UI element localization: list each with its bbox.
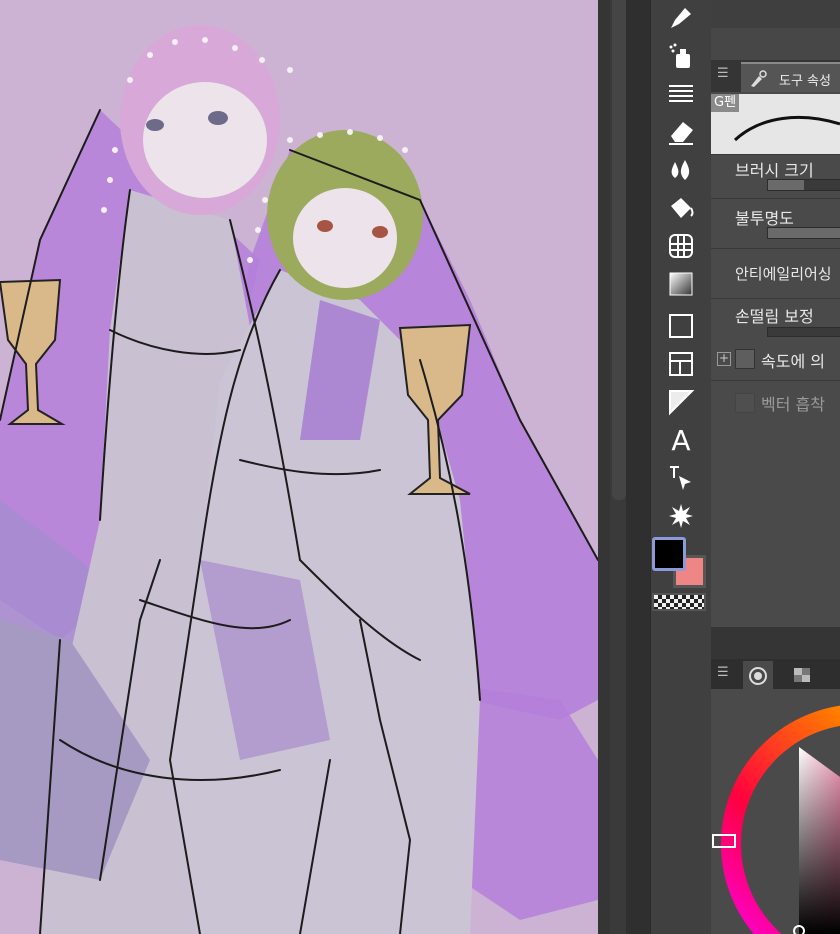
gradient-mesh-icon[interactable] [665, 230, 697, 262]
prop-vector-snap: 벡터 흡착 [711, 380, 840, 425]
prop-speed: + 속도에 의 [711, 340, 840, 380]
vector-snap-checkbox[interactable] [735, 393, 755, 413]
tool-property-panel: G펜 브러시 크기 불투명도 안티에일리어싱 손떨림 보정 + 속도에 의 벡터… [711, 92, 840, 627]
color-wheel-tab[interactable] [743, 661, 773, 689]
color-wheel[interactable] [711, 689, 840, 934]
prop-label: 안티에일리어싱 [735, 265, 832, 283]
airbrush-icon[interactable] [665, 40, 697, 72]
scroll-track [626, 0, 650, 934]
panel-divider [711, 627, 840, 659]
tool-palette: A [650, 0, 712, 934]
expand-icon[interactable]: + [717, 352, 731, 366]
prop-label: 벡터 흡착 [761, 395, 825, 414]
eraser-icon[interactable] [665, 116, 697, 148]
tool-property-tabbar: ☰ 도구 속성 [711, 60, 840, 92]
speed-checkbox[interactable] [735, 349, 755, 369]
canvas-scroll-gutter [598, 0, 610, 934]
main-color-swatch[interactable] [652, 537, 686, 571]
prop-opacity: 불투명도 [711, 198, 840, 249]
sparkle-icon[interactable] [665, 500, 697, 532]
prop-antialiasing: 안티에일리어싱 [711, 248, 840, 299]
prop-label: 불투명도 [735, 209, 794, 228]
object-select-icon[interactable] [665, 462, 697, 494]
prop-label: 속도에 의 [761, 352, 825, 371]
artwork [0, 25, 598, 934]
sub-tool-band [711, 28, 840, 60]
color-wheel-panel [711, 689, 840, 934]
frame-icon[interactable] [665, 310, 697, 342]
menu-icon[interactable]: ☰ [717, 66, 729, 81]
drawing-canvas[interactable] [0, 0, 598, 934]
prop-label: 손떨림 보정 [735, 307, 814, 326]
tab-label: 도구 속성 [779, 74, 831, 89]
layout-icon[interactable] [665, 348, 697, 380]
prop-brush-size: 브러시 크기 [711, 154, 840, 199]
stabilization-slider[interactable] [767, 327, 840, 337]
brush-size-slider[interactable] [767, 179, 840, 191]
opacity-slider[interactable] [767, 227, 840, 239]
pen-icon[interactable] [665, 2, 697, 34]
text-icon[interactable]: A [665, 424, 697, 457]
panel-header [711, 0, 840, 28]
color-palette-tabbar: ☰ [711, 659, 840, 689]
transparent-color-swatch[interactable] [652, 593, 706, 611]
fill-drops-icon[interactable] [665, 154, 697, 186]
paint-bucket-icon[interactable] [665, 192, 697, 224]
ruler-icon[interactable] [665, 386, 697, 418]
prop-label: 브러시 크기 [735, 161, 814, 180]
gradient-icon[interactable] [665, 268, 697, 300]
menu-icon[interactable]: ☰ [717, 665, 729, 680]
vertical-scrollbar-thumb[interactable] [612, 0, 626, 500]
brush-preview: G펜 [711, 94, 840, 154]
brush-name: G펜 [711, 94, 740, 112]
wrench-pen-icon [751, 70, 767, 87]
tab-tool-property[interactable]: 도구 속성 [741, 62, 840, 92]
blend-icon[interactable] [665, 78, 697, 110]
color-set-tab[interactable] [787, 661, 817, 689]
